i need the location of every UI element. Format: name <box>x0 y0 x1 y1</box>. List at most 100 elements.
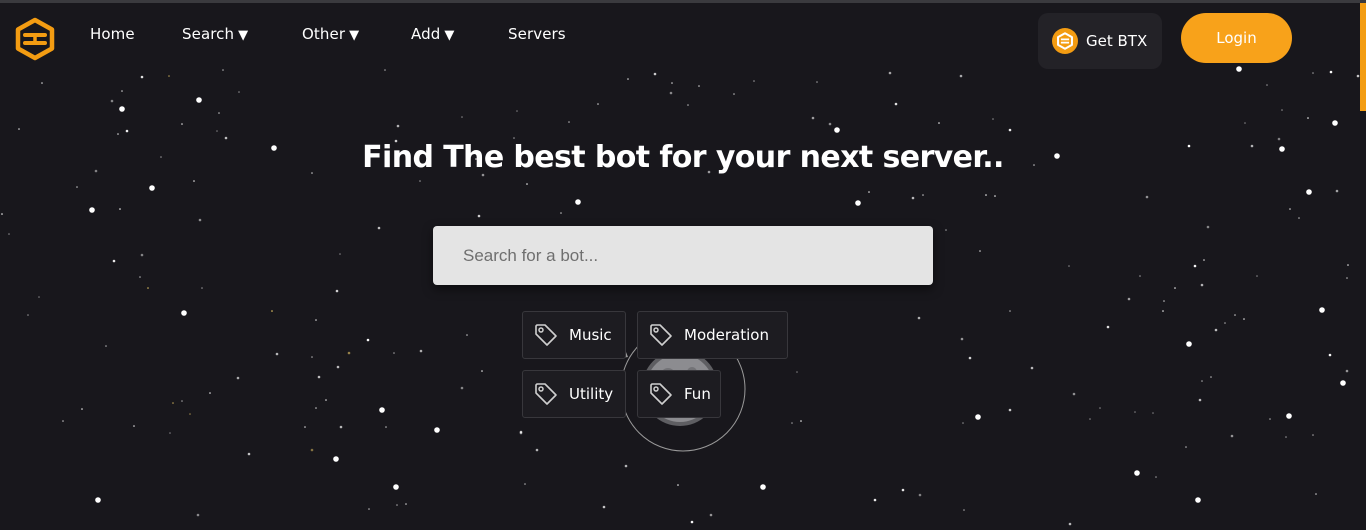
star <box>311 356 313 358</box>
star <box>222 69 224 71</box>
hero-title: Find The best bot for your next server.. <box>362 140 1004 175</box>
star <box>901 488 905 492</box>
star <box>1328 353 1332 357</box>
star <box>918 493 922 497</box>
tag-icon <box>650 324 672 346</box>
star <box>1285 436 1287 438</box>
star <box>597 103 599 105</box>
star <box>1281 109 1283 111</box>
star <box>1312 72 1314 74</box>
nav-home-link[interactable]: Home <box>90 25 135 43</box>
star <box>315 319 317 321</box>
star <box>516 110 518 112</box>
hexagon-logo-icon[interactable] <box>14 17 56 61</box>
star <box>671 82 673 84</box>
star <box>960 337 964 341</box>
star <box>149 185 155 191</box>
tag-moderation[interactable]: Moderation <box>637 311 788 359</box>
star <box>18 128 20 130</box>
star <box>1174 287 1176 289</box>
star <box>76 186 78 188</box>
star <box>121 90 123 92</box>
star <box>994 195 996 197</box>
star <box>169 432 171 434</box>
star <box>1072 392 1076 396</box>
star <box>1214 328 1218 332</box>
star <box>687 104 689 106</box>
star <box>41 82 43 84</box>
star <box>38 296 40 298</box>
star <box>1198 398 1202 402</box>
nav-add-dropdown[interactable]: Add ▼ <box>411 25 454 43</box>
star <box>1269 418 1271 420</box>
star <box>1340 380 1346 386</box>
star <box>181 123 183 125</box>
star <box>834 127 840 133</box>
bot-search-input[interactable] <box>433 226 933 285</box>
star <box>800 420 802 422</box>
star <box>624 464 628 468</box>
star <box>791 422 793 424</box>
star <box>1200 283 1204 287</box>
star <box>384 69 386 71</box>
star <box>1134 411 1136 413</box>
nav-other-label: Other <box>302 25 346 43</box>
star <box>760 484 766 490</box>
star <box>1009 310 1011 312</box>
get-btx-label: Get BTX <box>1086 32 1148 50</box>
star <box>938 122 940 124</box>
star <box>963 509 965 511</box>
star <box>1195 497 1201 503</box>
star <box>1289 208 1291 210</box>
star <box>119 208 121 210</box>
nav-add-label: Add <box>411 25 441 43</box>
star <box>855 200 861 206</box>
star <box>690 520 694 524</box>
tag-icon <box>535 383 557 405</box>
tag-music[interactable]: Music <box>522 311 626 359</box>
star <box>1347 264 1349 266</box>
star <box>147 287 149 289</box>
star <box>985 194 987 196</box>
star <box>339 253 341 255</box>
star <box>1206 225 1210 229</box>
star <box>95 497 101 503</box>
star <box>911 196 915 200</box>
star <box>198 218 202 222</box>
star <box>377 226 381 230</box>
star <box>139 276 141 278</box>
star <box>959 74 963 78</box>
tag-utility[interactable]: Utility <box>522 370 626 418</box>
star <box>1 213 3 215</box>
nav-servers-link[interactable]: Servers <box>508 25 566 43</box>
nav-other-dropdown[interactable]: Other ▼ <box>302 25 359 43</box>
star <box>140 253 144 257</box>
star <box>1186 341 1192 347</box>
star <box>119 106 125 112</box>
tag-fun[interactable]: Fun <box>637 370 721 418</box>
star <box>1185 446 1187 448</box>
star <box>1068 522 1072 526</box>
nav-search-dropdown[interactable]: Search ▼ <box>182 25 248 43</box>
star <box>1315 493 1317 495</box>
star <box>524 483 526 485</box>
star <box>396 504 398 506</box>
star <box>816 81 818 83</box>
get-btx-button[interactable]: Get BTX <box>1038 13 1162 69</box>
star <box>709 513 713 517</box>
star <box>62 420 64 422</box>
star <box>181 400 183 402</box>
login-button[interactable]: Login <box>1181 13 1292 63</box>
star <box>796 371 798 373</box>
star <box>385 426 387 428</box>
star <box>1127 297 1131 301</box>
star <box>1256 275 1258 277</box>
star <box>1224 322 1226 324</box>
star <box>1106 325 1110 329</box>
tag-icon <box>650 383 672 405</box>
star <box>1356 74 1360 78</box>
star <box>461 116 463 118</box>
star <box>1152 412 1154 414</box>
star <box>325 399 327 401</box>
star <box>1230 434 1234 438</box>
